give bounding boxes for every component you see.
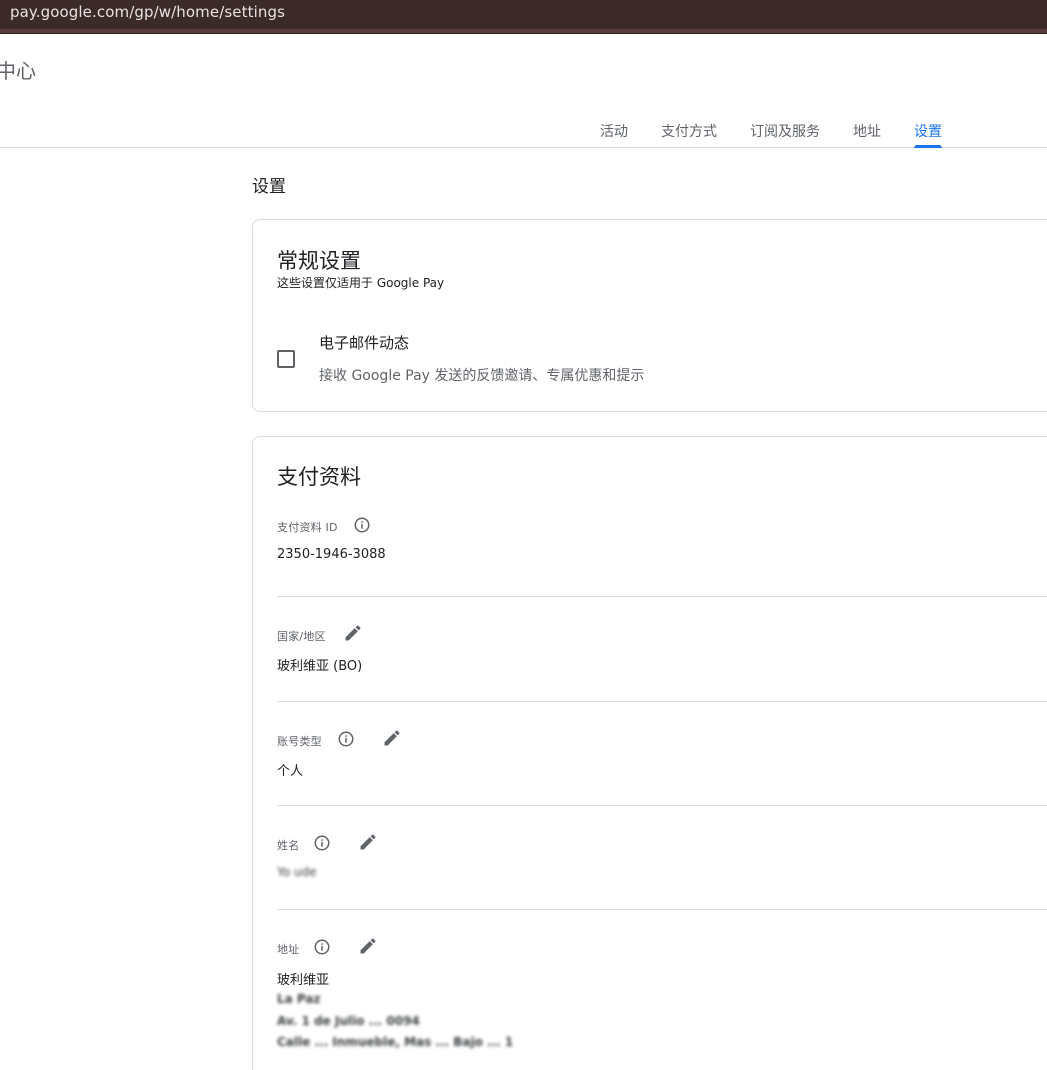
- address-line: Av. 1 de Julio ... 0094: [277, 1014, 420, 1028]
- url-text[interactable]: pay.google.com/gp/w/home/settings: [10, 3, 285, 21]
- info-circle-icon[interactable]: [313, 938, 331, 956]
- pencil-icon[interactable]: [343, 623, 363, 643]
- tab-settings[interactable]: 设置: [914, 121, 942, 148]
- page-title: 设置: [252, 177, 286, 197]
- profile-id-value: 2350-1946-3088: [277, 547, 386, 562]
- email-updates-title: 电子邮件动态: [319, 334, 410, 352]
- field-divider: [277, 701, 1047, 702]
- tab-payment-methods[interactable]: 支付方式: [661, 121, 717, 147]
- info-circle-icon[interactable]: [337, 730, 355, 748]
- browser-url-bar[interactable]: pay.google.com/gp/w/home/settings: [0, 0, 1047, 34]
- country-value: 玻利维亚 (BO): [277, 659, 363, 674]
- email-updates-description: 接收 Google Pay 发送的反馈邀请、专属优惠和提示: [319, 368, 645, 384]
- address-line: La Paz: [277, 992, 321, 1006]
- general-settings-subtitle: 这些设置仅适用于 Google Pay: [277, 276, 445, 290]
- field-divider: [277, 909, 1047, 910]
- top-nav-tabs: 活动 支付方式 订阅及服务 地址 设置: [0, 114, 1047, 148]
- account-type-label: 账号类型: [277, 735, 322, 748]
- address-line: Calle ... Inmueble, Mas ... Bajo ... 1: [277, 1035, 514, 1049]
- general-settings-title: 常规设置: [277, 249, 361, 273]
- email-updates-checkbox[interactable]: [277, 350, 295, 368]
- url-bar-divider: [0, 29, 1047, 33]
- country-label: 国家/地区: [277, 630, 326, 643]
- info-circle-icon[interactable]: [313, 834, 331, 852]
- address-label: 地址: [277, 943, 300, 956]
- pencil-icon[interactable]: [358, 832, 378, 852]
- tab-addresses[interactable]: 地址: [853, 121, 881, 147]
- field-divider: [277, 596, 1047, 597]
- address-country-value: 玻利维亚: [277, 973, 330, 988]
- tab-subscriptions-services[interactable]: 订阅及服务: [750, 121, 820, 147]
- account-type-value: 个人: [277, 764, 304, 779]
- name-label: 姓名: [277, 839, 300, 852]
- field-divider: [277, 805, 1047, 806]
- profile-id-label: 支付资料 ID: [277, 521, 338, 534]
- payment-profile-card: 支付资料 支付资料 ID 2350-1946-3088 国家/地区 玻利维亚 (…: [252, 436, 1047, 1070]
- pencil-icon[interactable]: [382, 728, 402, 748]
- name-value: Yo ude: [277, 865, 317, 879]
- app-title: 中心: [0, 59, 36, 83]
- payment-profile-title: 支付资料: [277, 465, 361, 489]
- general-settings-card: 常规设置 这些设置仅适用于 Google Pay 电子邮件动态 接收 Googl…: [252, 219, 1047, 412]
- info-circle-icon[interactable]: [353, 516, 371, 534]
- pencil-icon[interactable]: [358, 936, 378, 956]
- tab-activity[interactable]: 活动: [600, 121, 628, 147]
